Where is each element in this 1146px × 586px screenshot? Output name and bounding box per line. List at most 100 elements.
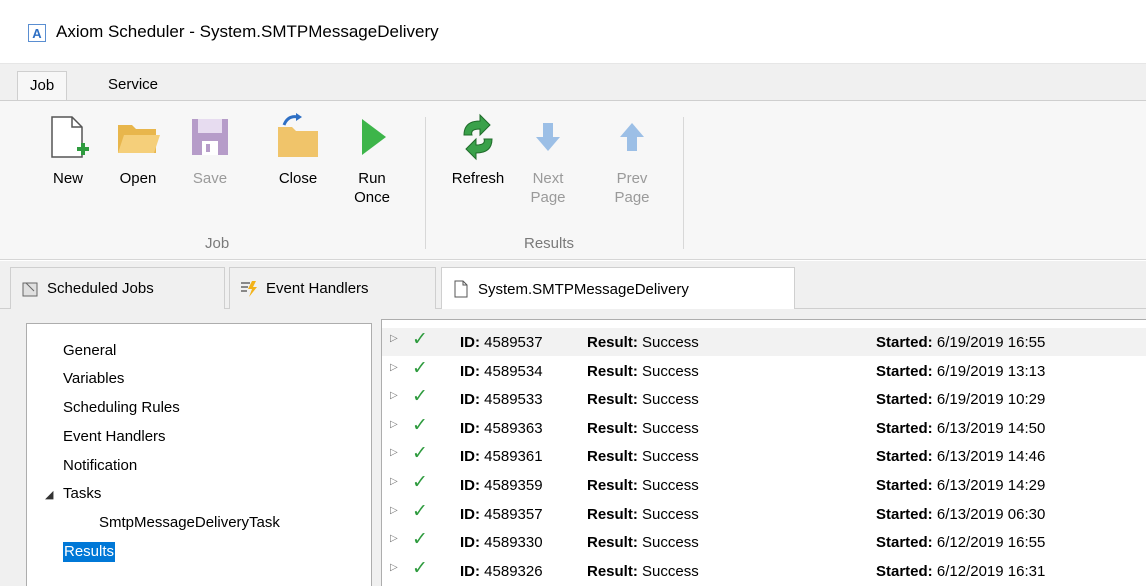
play-icon — [348, 113, 396, 161]
nav-item-smtpmessagedeliverytask[interactable]: SmtpMessageDeliveryTask — [99, 513, 280, 533]
nav-item-variables[interactable]: Variables — [63, 369, 124, 389]
success-check-icon: ✓ — [412, 472, 428, 493]
success-check-icon: ✓ — [412, 357, 428, 379]
nav-item-scheduling-rules[interactable]: Scheduling Rules — [63, 398, 180, 418]
success-check-icon: ✓ — [412, 386, 428, 408]
arrow-up-icon — [608, 113, 656, 161]
expand-arrow-icon[interactable]: ▷ — [390, 533, 398, 544]
success-check-icon: ✓ — [412, 500, 428, 522]
group-separator — [683, 117, 684, 249]
result-started: Started: 6/13/2019 14:29 — [876, 477, 1046, 494]
result-id: ID: 4589330 — [460, 534, 543, 552]
result-started: Started: 6/13/2019 14:46 — [876, 448, 1046, 466]
result-status: Result: Success — [587, 419, 699, 437]
arrow-down-icon — [524, 113, 572, 161]
result-status: Result: Success — [587, 334, 699, 351]
result-row[interactable]: ▷ ✓ ID: 4589357 Result: Success Started: 6/1… — [382, 500, 1146, 528]
ribbon-tab-job[interactable]: Job — [17, 71, 68, 101]
prev-page-label: Prev Page — [614, 170, 650, 206]
open-label: Open — [119, 170, 157, 187]
result-row[interactable]: ▷ ✓ ID: 4589359 Result: Success Started: 6/1… — [382, 471, 1146, 499]
result-started: Started: 6/13/2019 14:50 — [876, 419, 1046, 437]
save-label: Save — [192, 170, 228, 187]
expand-arrow-icon[interactable]: ▷ — [390, 362, 398, 373]
result-status: Result: Success — [587, 448, 699, 466]
nav-item-event-handlers[interactable]: Event Handlers — [63, 427, 166, 447]
result-row[interactable]: ▷ ✓ ID: 4589363 Result: Success Started: 6/1… — [382, 414, 1146, 442]
result-started: Started: 6/12/2019 16:31 — [876, 562, 1046, 580]
group-label-results: Results — [524, 235, 575, 252]
refresh-label: Refresh — [451, 170, 505, 187]
expand-arrow-icon[interactable]: ▷ — [390, 476, 398, 487]
run-once-button[interactable]: Run Once — [340, 113, 404, 207]
result-started: Started: 6/12/2019 16:55 — [876, 534, 1046, 552]
result-status: Result: Success — [587, 477, 699, 494]
new-button[interactable]: New — [38, 113, 98, 188]
run-once-label: Run Once — [354, 170, 390, 206]
result-id: ID: 4589359 — [460, 477, 543, 494]
tab-scheduled-jobs[interactable]: Scheduled Jobs — [10, 267, 225, 309]
result-status: Result: Success — [587, 534, 699, 552]
expand-arrow-icon[interactable]: ▷ — [390, 419, 398, 430]
success-check-icon: ✓ — [412, 557, 428, 579]
ribbon-panel: New Open Save Close Run Once Job Refresh… — [0, 100, 1146, 260]
tab-label: Scheduled Jobs — [47, 280, 154, 297]
success-check-icon: ✓ — [412, 329, 428, 350]
result-status: Result: Success — [587, 505, 699, 523]
tab-label: Event Handlers — [266, 280, 369, 297]
ribbon-tab-strip: Job Service — [0, 64, 1146, 101]
content-area: General Variables Scheduling Rules Event… — [0, 309, 1146, 586]
prev-page-button[interactable]: Prev Page — [608, 113, 656, 207]
result-started: Started: 6/19/2019 16:55 — [876, 334, 1046, 351]
refresh-button[interactable]: Refresh — [440, 113, 516, 188]
result-id: ID: 4589361 — [460, 448, 543, 466]
result-row[interactable]: ▷ ✓ ID: 4589534 Result: Success Started: 6/1… — [382, 357, 1146, 385]
result-id: ID: 4589363 — [460, 419, 543, 437]
result-id: ID: 4589537 — [460, 334, 543, 351]
nav-item-general[interactable]: General — [63, 341, 116, 361]
tab-event-handlers[interactable]: Event Handlers — [229, 267, 436, 309]
expand-arrow-icon[interactable]: ◢ — [45, 488, 53, 501]
expand-arrow-icon[interactable]: ▷ — [390, 447, 398, 458]
nav-item-results[interactable]: Results — [63, 542, 116, 562]
result-row[interactable]: ▷ ✓ ID: 4589361 Result: Success Started: 6/1… — [382, 442, 1146, 470]
result-row[interactable]: ▷ ✓ ID: 4589533 Result: Success Started: 6/1… — [382, 385, 1146, 413]
result-status: Result: Success — [587, 562, 699, 580]
app-logo-icon: A — [28, 24, 46, 42]
result-id: ID: 4589326 — [460, 562, 543, 580]
window-title: Axiom Scheduler - System.SMTPMessageDeli… — [56, 22, 439, 41]
result-status: Result: Success — [587, 362, 699, 380]
result-id: ID: 4589533 — [460, 391, 543, 409]
results-list: ▷ ✓ ID: 4589537 Result: Success Started: 6/1… — [381, 319, 1146, 586]
open-folder-icon — [114, 113, 162, 161]
new-label: New — [52, 170, 83, 187]
next-page-label: Next Page — [530, 170, 566, 206]
nav-item-tasks[interactable]: Tasks — [63, 484, 101, 504]
result-started: Started: 6/19/2019 13:13 — [876, 362, 1046, 380]
result-row[interactable]: ▷ ✓ ID: 4589326 Result: Success Started: 6/1… — [382, 557, 1146, 585]
group-separator — [425, 117, 426, 249]
save-disk-icon — [186, 113, 234, 161]
ribbon-tab-service[interactable]: Service — [96, 71, 170, 101]
job-navigation-tree: General Variables Scheduling Rules Event… — [26, 323, 372, 586]
result-status: Result: Success — [587, 391, 699, 409]
tab-label: System.SMTPMessageDelivery — [478, 280, 689, 298]
result-row[interactable]: ▷ ✓ ID: 4589537 Result: Success Started: 6/1… — [382, 328, 1146, 356]
title-bar: A Axiom Scheduler - System.SMTPMessageDe… — [0, 0, 1146, 64]
expand-arrow-icon[interactable]: ▷ — [390, 562, 398, 573]
result-id: ID: 4589534 — [460, 362, 543, 380]
next-page-button[interactable]: Next Page — [524, 113, 572, 207]
expand-arrow-icon[interactable]: ▷ — [390, 505, 398, 516]
expand-arrow-icon[interactable]: ▷ — [390, 333, 398, 344]
tab-system-smtpmessagedelivery[interactable]: System.SMTPMessageDelivery — [441, 267, 795, 310]
success-check-icon: ✓ — [412, 529, 428, 551]
expand-arrow-icon[interactable]: ▷ — [390, 390, 398, 401]
nav-item-notification[interactable]: Notification — [63, 456, 137, 476]
open-button[interactable]: Open — [108, 113, 168, 188]
result-started: Started: 6/13/2019 06:30 — [876, 505, 1046, 523]
new-document-icon — [44, 113, 92, 161]
close-folder-icon — [274, 113, 322, 161]
close-button[interactable]: Close — [266, 113, 330, 188]
save-button[interactable]: Save — [180, 113, 240, 188]
result-row[interactable]: ▷ ✓ ID: 4589330 Result: Success Started: 6/1… — [382, 528, 1146, 556]
